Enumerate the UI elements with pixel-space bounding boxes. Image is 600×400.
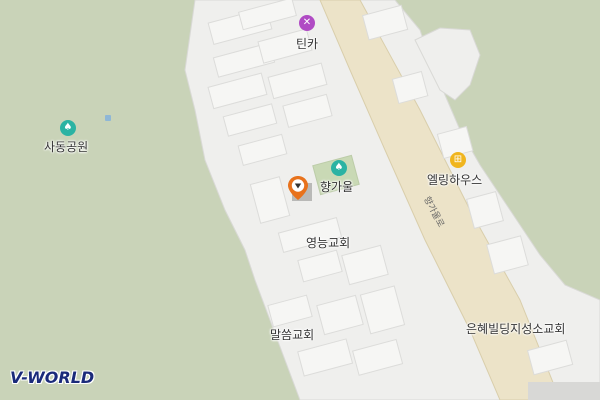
poi-label-hyanggaul[interactable]: 향가울 — [320, 178, 353, 195]
location-pin-icon[interactable] — [288, 176, 308, 200]
poi-label-eunhye[interactable]: 은혜빌딩지성소교회 — [466, 320, 565, 337]
repair-tools-icon[interactable]: ✕ — [299, 15, 315, 31]
small-marker-dot — [105, 115, 111, 121]
poi-label-tinka[interactable]: 틴카 — [296, 35, 318, 52]
poi-label-malsseum[interactable]: 말씀교회 — [270, 326, 314, 343]
park-icon[interactable]: ♠ — [331, 160, 347, 176]
poi-label-elring[interactable]: 엘링하우스 — [427, 171, 482, 188]
vworld-logo: V-WORLD — [10, 368, 95, 387]
poi-label-yeongneung[interactable]: 영능교회 — [306, 234, 350, 251]
building-complex — [528, 382, 600, 400]
restaurant-icon[interactable]: ⊞ — [450, 152, 466, 168]
poi-label-park[interactable]: 사동공원 — [44, 138, 88, 155]
park-icon[interactable]: ♠ — [60, 120, 76, 136]
